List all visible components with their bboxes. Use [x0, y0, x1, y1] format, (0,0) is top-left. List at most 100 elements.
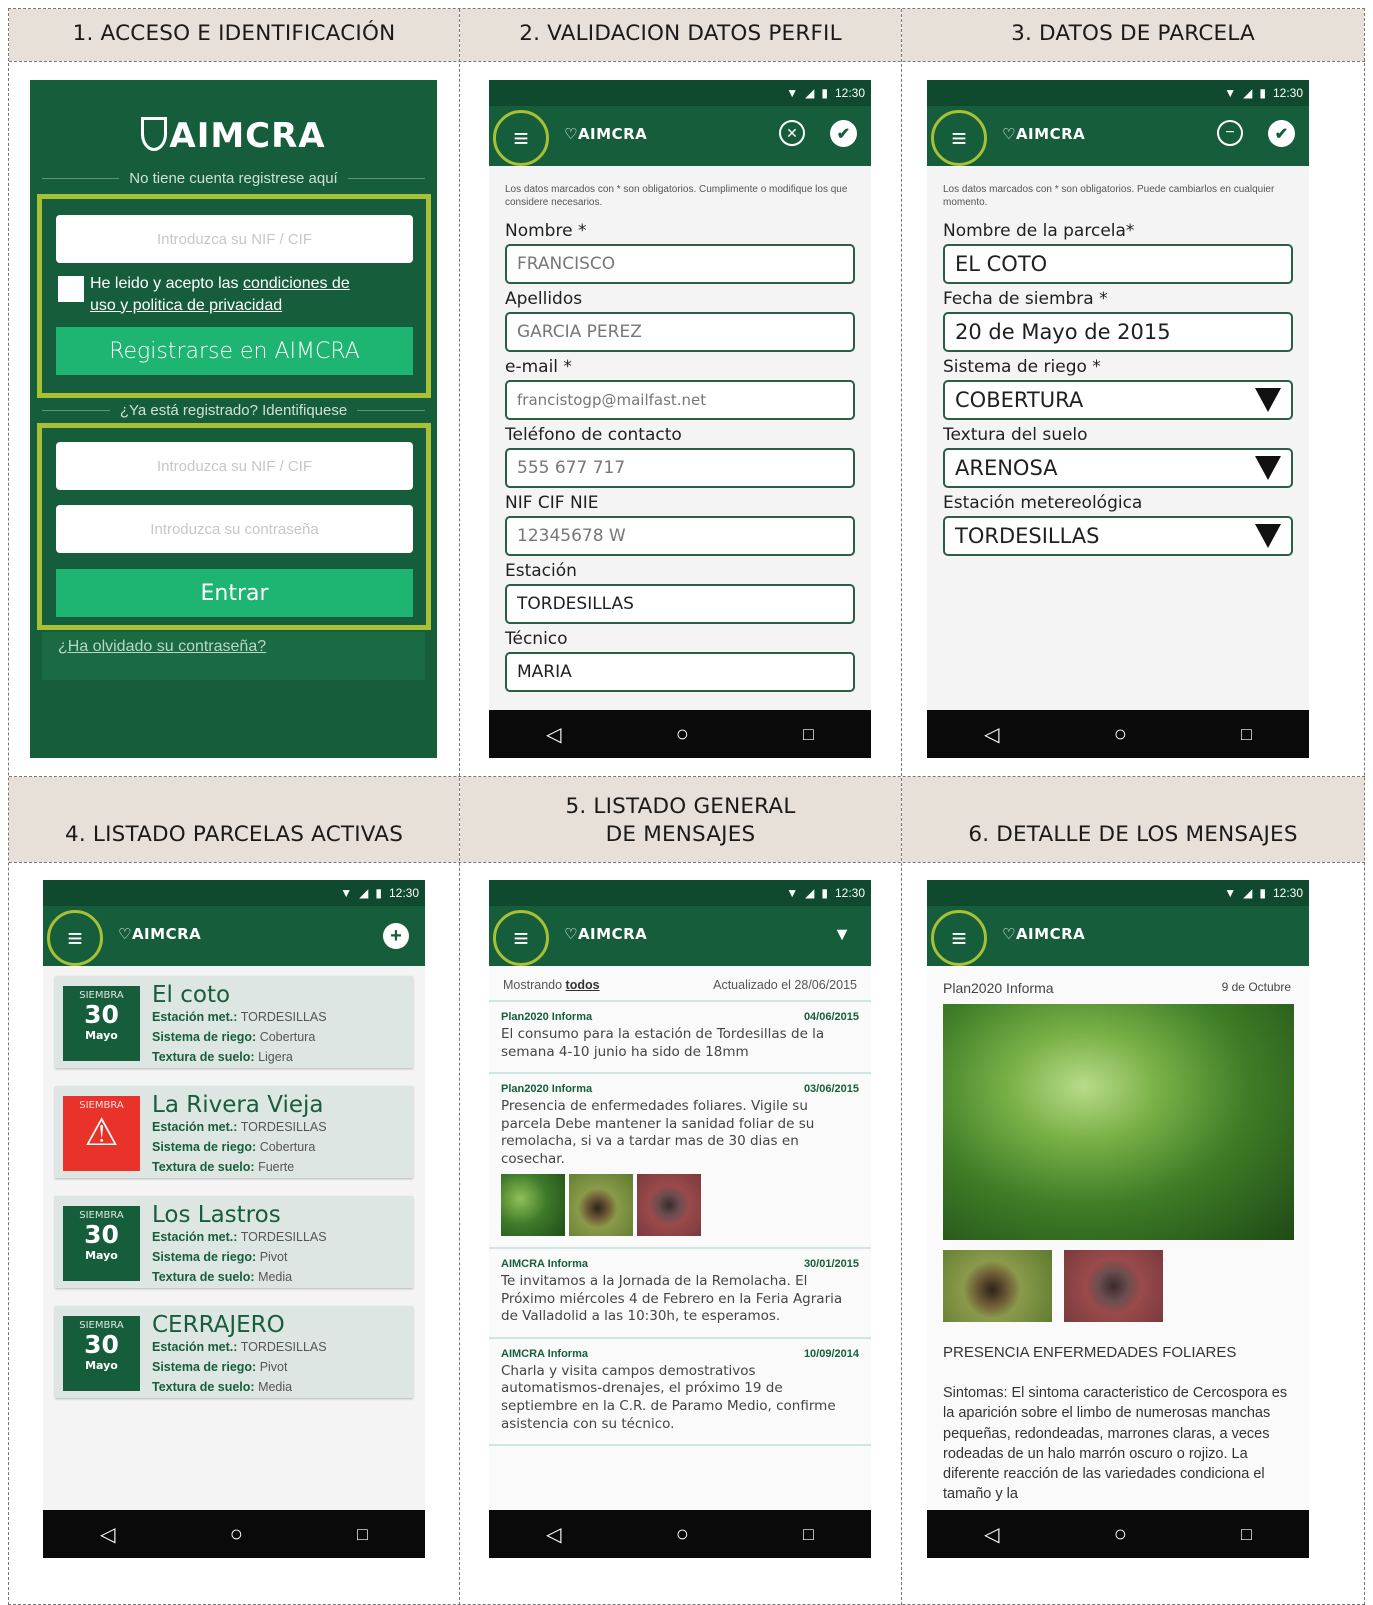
recents-icon[interactable]: □ — [357, 1524, 368, 1545]
back-icon[interactable]: ◁ — [546, 722, 561, 747]
back-icon[interactable]: ◁ — [984, 722, 999, 747]
check-icon[interactable]: ✔ — [1268, 120, 1295, 147]
signal-icon: ◢ — [359, 886, 369, 900]
menu-button[interactable]: ≡ — [931, 910, 987, 966]
home-icon[interactable]: ○ — [1114, 1521, 1127, 1547]
dropdown-arrow-icon — [1255, 456, 1281, 480]
parcel-irrigation: Sistema de riego: Pivot — [152, 1250, 288, 1264]
home-icon[interactable]: ○ — [230, 1521, 243, 1547]
privacy-link[interactable]: uso y politica de privacidad — [90, 297, 282, 314]
recents-icon[interactable]: □ — [1241, 1524, 1252, 1545]
leaf-thumbnail[interactable] — [569, 1174, 633, 1237]
status-bar: ▼ ◢ ▮ 12:30 — [489, 80, 871, 106]
leaf-thumbnail[interactable] — [943, 1250, 1052, 1322]
terms-checkbox[interactable] — [58, 276, 84, 302]
forgot-password-link[interactable]: ¿Ha olvidado su contraseña? — [58, 638, 266, 656]
battery-icon: ▮ — [375, 886, 382, 900]
forgot-section: ¿Ha olvidado su contraseña? — [42, 632, 425, 680]
menu-button[interactable]: ≡ — [47, 910, 103, 966]
wifi-icon: ▼ — [1224, 86, 1237, 100]
sowing-date-badge: SIEMBRA 30 Mayo — [63, 1206, 140, 1281]
updated-date: Actualizado el 28/06/2015 — [713, 978, 857, 992]
terms-link[interactable]: condiciones de — [243, 275, 350, 292]
filter-all-link[interactable]: todos — [566, 978, 600, 992]
password-input[interactable]: Introduzca su contraseña — [56, 505, 413, 553]
menu-button[interactable]: ≡ — [493, 910, 549, 966]
header-6-text: 6. DETALLE DE LOS MENSAJES — [968, 822, 1298, 848]
parcel-soil: Textura de suelo: Ligera — [152, 1050, 293, 1064]
name-input[interactable]: FRANCISCO — [505, 244, 855, 284]
divider — [9, 862, 1365, 863]
irrigation-select[interactable]: COBERTURA — [943, 380, 1293, 420]
home-icon[interactable]: ○ — [676, 721, 689, 747]
parcel-name-input[interactable]: EL COTO — [943, 244, 1293, 284]
login-screen: AIMCRA No tiene cuenta registrese aquí I… — [30, 80, 437, 758]
leaf-thumbnail[interactable] — [637, 1174, 701, 1237]
message-detail-screen: ▼ ◢ ▮ 12:30 ≡ ♡AIMCRA Plan2020 Informa 9 de… — [927, 880, 1309, 1558]
station-input[interactable]: TORDESILLAS — [505, 584, 855, 624]
sowing-date-input[interactable]: 20 de Mayo de 2015 — [943, 312, 1293, 352]
nav-bar: ◁ ○ □ — [489, 710, 871, 758]
check-icon[interactable]: ✔ — [830, 120, 857, 147]
field-label: Nombre de la parcela* — [943, 221, 1135, 241]
header-2-text: 2. VALIDACION DATOS PERFIL — [519, 21, 842, 47]
leaf-photo[interactable] — [943, 1004, 1294, 1240]
login-nif-input[interactable]: Introduzca su NIF / CIF — [56, 442, 413, 490]
parcel-card[interactable]: SIEMBRA 30 Mayo Los Lastros Estación met.:… — [55, 1196, 413, 1288]
hamburger-icon: ≡ — [951, 122, 967, 153]
surname-input[interactable]: GARCIA PEREZ — [505, 312, 855, 352]
email-input[interactable]: francistogp@mailfast.net — [505, 380, 855, 420]
beet-icon — [141, 117, 168, 151]
leaf-thumbnail[interactable] — [501, 1174, 565, 1237]
back-icon[interactable]: ◁ — [546, 1522, 561, 1547]
parcel-card[interactable]: SIEMBRA 30 Mayo CERRAJERO Estación met.: T… — [55, 1306, 413, 1398]
app-bar: ≡ ♡AIMCRA + — [43, 906, 425, 966]
header-4-text: 4. LISTADO PARCELAS ACTIVAS — [64, 822, 404, 848]
recents-icon[interactable]: □ — [803, 724, 814, 745]
register-prompt: No tiene cuenta registrese aquí — [129, 170, 338, 187]
parcel-card[interactable]: SIEMBRA 30 Mayo El coto Estación met.: TOR… — [55, 976, 413, 1068]
menu-button[interactable]: ≡ — [931, 110, 987, 166]
station-select[interactable]: TORDESILLAS — [943, 516, 1293, 556]
message-item[interactable]: Plan2020 Informa 04/06/2015 El consumo pa… — [489, 1002, 871, 1075]
dropdown-arrow-icon — [1255, 388, 1281, 412]
app-logo: ♡AIMCRA — [1002, 925, 1086, 943]
message-item[interactable]: AIMCRA Informa 10/09/2014 Charla y visita… — [489, 1339, 871, 1447]
technician-input[interactable]: MARIA — [505, 652, 855, 692]
app-bar: ≡ ♡AIMCRA − ✔ — [927, 106, 1309, 166]
back-icon[interactable]: ◁ — [100, 1522, 115, 1547]
message-item[interactable]: Plan2020 Informa 03/06/2015 Presencia de … — [489, 1074, 871, 1250]
home-icon[interactable]: ○ — [1114, 721, 1127, 747]
enter-button[interactable]: Entrar — [56, 569, 413, 617]
soil-select[interactable]: ARENOSA — [943, 448, 1293, 488]
add-icon[interactable]: + — [383, 923, 409, 949]
menu-button[interactable]: ≡ — [493, 110, 549, 166]
cancel-icon[interactable]: ✕ — [779, 120, 805, 146]
parcel-card[interactable]: SIEMBRA ⚠ La Rivera Vieja Estación met.: … — [55, 1086, 413, 1178]
recents-icon[interactable]: □ — [1241, 724, 1252, 745]
filter-icon[interactable]: ▼ — [833, 924, 851, 945]
detail-title: PRESENCIA ENFERMEDADES FOLIARES — [943, 1344, 1237, 1361]
wifi-icon: ▼ — [1224, 886, 1237, 900]
recents-icon[interactable]: □ — [803, 1524, 814, 1545]
field-label: e-mail * — [505, 357, 572, 377]
phone-input[interactable]: 555 677 717 — [505, 448, 855, 488]
sowing-date-badge: SIEMBRA 30 Mayo — [63, 986, 140, 1061]
battery-icon: ▮ — [1259, 886, 1266, 900]
register-nif-input[interactable]: Introduzca su NIF / CIF — [56, 215, 413, 263]
leaf-thumbnail[interactable] — [1064, 1250, 1163, 1322]
messages-screen: ▼ ◢ ▮ 12:30 ≡ ♡AIMCRA ▼ Mostrando todos Act… — [489, 880, 871, 1558]
field-label: Técnico — [505, 629, 568, 649]
hamburger-icon: ≡ — [513, 122, 529, 153]
battery-icon: ▮ — [1259, 86, 1266, 100]
nif-input[interactable]: 12345678 W — [505, 516, 855, 556]
back-icon[interactable]: ◁ — [984, 1522, 999, 1547]
message-item[interactable]: AIMCRA Informa 30/01/2015 Te invitamos a … — [489, 1249, 871, 1339]
app-logo: ♡AIMCRA — [118, 925, 202, 943]
register-button[interactable]: Registrarse en AIMCRA — [56, 327, 413, 375]
alert-badge: SIEMBRA ⚠ — [63, 1096, 140, 1171]
home-icon[interactable]: ○ — [676, 1521, 689, 1547]
field-label: Estación metereológica — [943, 493, 1143, 513]
field-label: Fecha de siembra * — [943, 289, 1108, 309]
remove-icon[interactable]: − — [1217, 120, 1243, 146]
